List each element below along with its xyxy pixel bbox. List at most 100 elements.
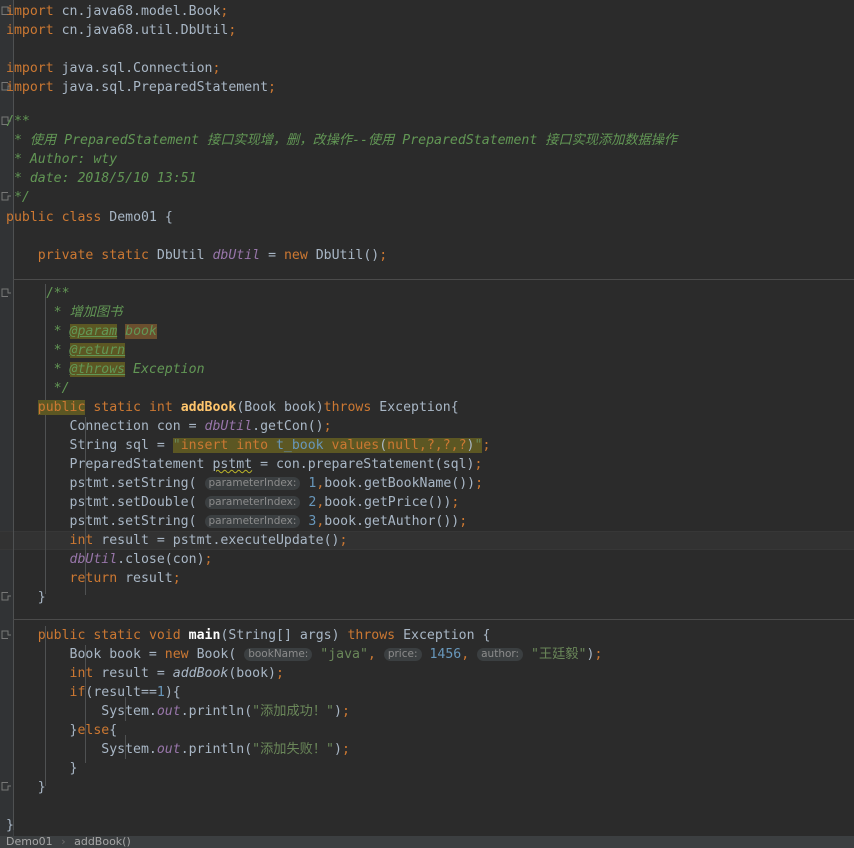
code-line[interactable]: [0, 797, 6, 816]
method-separator: [13, 619, 854, 620]
code-line[interactable]: String sql = "insert into t_book values(…: [0, 436, 490, 455]
code-token: System.: [6, 704, 157, 719]
code-line[interactable]: public static void main(String[] args) t…: [0, 626, 491, 645]
code-line[interactable]: */: [0, 188, 30, 207]
code-token: import: [6, 80, 54, 95]
code-token: ": [172, 438, 181, 453]
code-token: book: [125, 324, 157, 339]
code-line[interactable]: * Author: wty: [0, 150, 117, 169]
code-line[interactable]: [0, 265, 6, 284]
code-line[interactable]: [0, 227, 6, 246]
code-line[interactable]: import cn.java68.util.DbUtil;: [0, 21, 236, 40]
code-line[interactable]: }: [0, 759, 78, 778]
code-line[interactable]: return result;: [0, 569, 181, 588]
code-line[interactable]: PreparedStatement pstmt = con.prepareSta…: [0, 455, 483, 474]
code-token: Connection con =: [6, 419, 205, 434]
code-line[interactable]: [0, 40, 6, 59]
code-token: addBook: [172, 666, 229, 681]
breadcrumb-item-method[interactable]: addBook(): [74, 836, 131, 848]
code-line[interactable]: public class Demo01 {: [0, 208, 173, 227]
code-token: ;: [204, 552, 213, 567]
code-line[interactable]: System.out.println("添加成功！");: [0, 702, 350, 721]
code-token: import: [6, 23, 54, 38]
code-line[interactable]: * 增加图书: [0, 303, 123, 322]
code-token: static: [93, 628, 141, 643]
code-line[interactable]: int result = addBook(book);: [0, 664, 284, 683]
code-token: int: [148, 400, 173, 415]
code-line[interactable]: }: [0, 778, 46, 797]
code-line[interactable]: pstmt.setString( parameterIndex: 3,book.…: [0, 512, 468, 531]
breadcrumb-item-class[interactable]: Demo01: [6, 836, 53, 848]
code-token: *: [6, 343, 70, 358]
code-token: ,: [461, 647, 470, 662]
code-line[interactable]: * @param book: [0, 322, 157, 341]
code-line[interactable]: * date: 2018/5/10 13:51: [0, 169, 197, 188]
code-line[interactable]: * 使用 PreparedStatement 接口实现增，删，改操作--使用 P…: [0, 131, 677, 150]
parameter-hint: parameterIndex:: [204, 515, 301, 528]
code-token: "java": [320, 647, 368, 662]
code-token: /**: [6, 114, 30, 129]
code-line[interactable]: Connection con = dbUtil.getCon();: [0, 417, 332, 436]
code-token: result: [117, 571, 173, 586]
code-token: ;: [341, 704, 350, 719]
code-editor[interactable]: import cn.java68.model.Book; import cn.ja…: [0, 0, 854, 848]
code-line[interactable]: dbUtil.close(con);: [0, 550, 213, 569]
code-token: result =: [93, 666, 173, 681]
code-token: pstmt: [212, 457, 253, 472]
code-token: result = pstmt.executeUpdate(): [93, 533, 340, 548]
code-token: ;: [475, 476, 484, 491]
code-token: static: [101, 248, 149, 263]
code-line[interactable]: Book book = new Book( bookName: "java", …: [0, 645, 603, 664]
code-token: ;: [482, 438, 491, 453]
code-line[interactable]: import java.sql.PreparedStatement;: [0, 78, 276, 97]
code-line[interactable]: private static DbUtil dbUtil = new DbUti…: [0, 246, 387, 265]
code-token: pstmt.setString(: [6, 476, 197, 491]
code-line[interactable]: [0, 607, 6, 626]
code-line[interactable]: pstmt.setString( parameterIndex: 1,book.…: [0, 474, 484, 493]
code-line[interactable]: System.out.println("添加失败！");: [0, 740, 350, 759]
code-token: class: [61, 210, 102, 225]
code-line[interactable]: * @throws Exception: [0, 360, 205, 379]
code-line[interactable]: pstmt.setDouble( parameterIndex: 2,book.…: [0, 493, 460, 512]
code-line[interactable]: }else{: [0, 721, 118, 740]
code-token: dbUtil: [212, 248, 261, 263]
code-line[interactable]: * @return: [0, 341, 126, 360]
code-content[interactable]: import cn.java68.model.Book; import cn.ja…: [0, 0, 854, 848]
code-token: public: [37, 628, 86, 643]
breadcrumb[interactable]: Demo01 › addBook(): [0, 836, 854, 848]
code-token: ;: [339, 533, 348, 548]
code-line[interactable]: /**: [0, 284, 70, 303]
code-token: PreparedStatement: [6, 457, 213, 472]
code-line[interactable]: import cn.java68.model.Book;: [0, 2, 228, 21]
code-token: (book): [228, 666, 276, 681]
code-token: }: [6, 761, 78, 776]
code-token: book.getPrice()): [324, 495, 452, 510]
code-token: addBook: [180, 400, 237, 415]
code-line[interactable]: if(result==1){: [0, 683, 181, 702]
code-token: {: [109, 723, 118, 738]
code-token: ;: [323, 419, 332, 434]
code-token: ;: [379, 248, 388, 263]
code-token: pstmt.setDouble(: [6, 495, 197, 510]
code-line[interactable]: public static int addBook(Book book)thro…: [0, 398, 459, 417]
code-line[interactable]: import java.sql.Connection;: [0, 59, 220, 78]
code-token: *: [6, 324, 70, 339]
code-token: new: [164, 647, 189, 662]
code-line[interactable]: /**: [0, 112, 30, 131]
code-line[interactable]: */: [0, 379, 70, 398]
code-token: * date: 2018/5/10 13:51: [6, 171, 197, 186]
code-line[interactable]: }: [0, 816, 14, 835]
code-token: Book(: [188, 647, 237, 662]
code-token: java.sql.Connection: [61, 61, 213, 76]
code-line[interactable]: int result = pstmt.executeUpdate();: [0, 531, 348, 550]
code-line[interactable]: }: [0, 588, 46, 607]
